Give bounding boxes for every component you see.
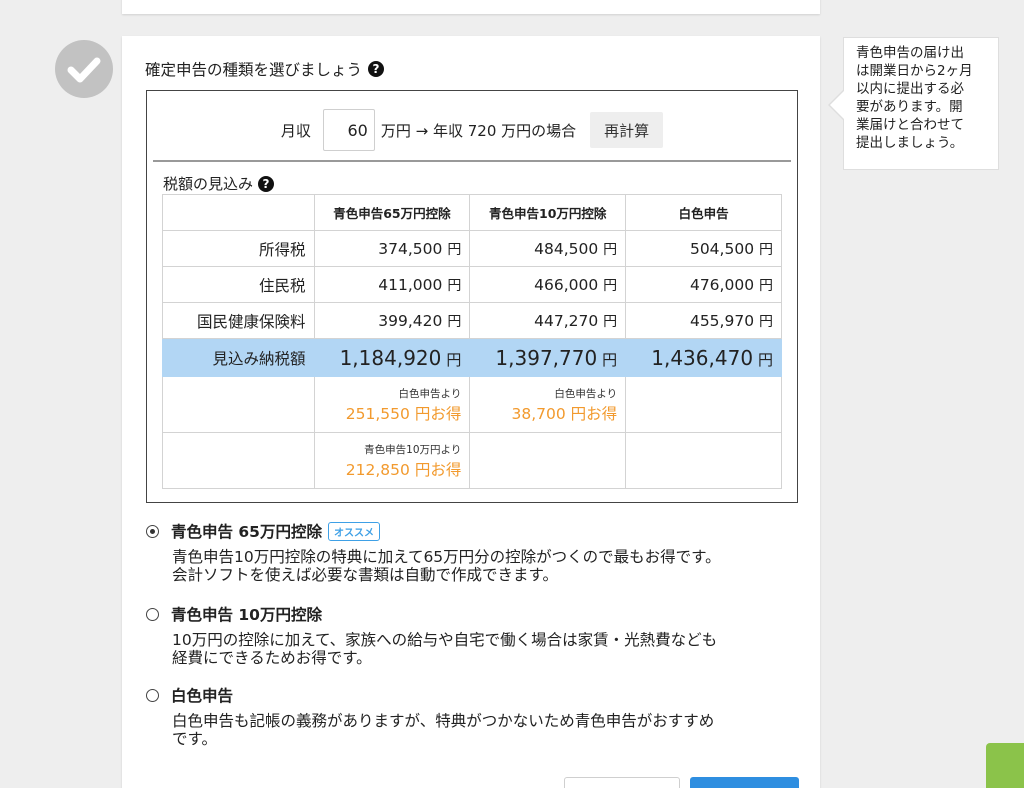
table-row-savings: 白色申告より 251,550 円お得 白色申告より 38,700 円お得 xyxy=(162,376,782,433)
table-header-row: 青色申告65万円控除 青色申告10万円控除 白色申告 xyxy=(162,194,782,231)
radio-button[interactable] xyxy=(146,524,159,538)
table-cell: 484,500 円 xyxy=(469,230,627,267)
help-icon[interactable]: ? xyxy=(368,61,385,77)
table-cell: 399,420 円 xyxy=(313,302,471,339)
column-header: 白色申告 xyxy=(625,194,782,231)
table-row-savings: 青色申告10万円より 212,850 円お得 xyxy=(162,432,782,489)
table-row-resident-tax: 住民税 411,000 円 466,000 円 476,000 円 xyxy=(162,266,782,303)
option-description: 10万円の控除に加えて、家族への給与や自宅で働く場合は家賃・光熱費なども 経費に… xyxy=(172,631,718,667)
section-title: 確定申告の種類を選びましょう ? xyxy=(145,58,385,80)
savings-cell: 白色申告より 251,550 円お得 xyxy=(313,376,471,433)
table-cell xyxy=(469,432,627,489)
recommended-badge: オススメ xyxy=(327,521,380,541)
monthly-income-label: 月収 xyxy=(280,121,311,140)
column-header: 青色申告65万円控除 xyxy=(313,194,471,231)
tax-calculator-box: 月収 万円 → 年収 720 万円の場合 再計算 税額の見込み ? 青色申告65… xyxy=(146,90,798,503)
income-row: 月収 万円 → 年収 720 万円の場合 再計算 xyxy=(147,109,797,151)
step-complete-check-icon xyxy=(55,40,113,98)
table-cell: 466,000 円 xyxy=(469,266,627,303)
option-description: 青色申告10万円控除の特典に加えて65万円分の控除がつくので最もお得です。 会計… xyxy=(172,548,721,584)
table-cell xyxy=(625,376,782,433)
option-title: 青色申告 65万円控除 xyxy=(171,523,322,541)
tax-estimate-heading: 税額の見込み ? xyxy=(163,173,275,194)
table-cell xyxy=(625,432,782,489)
help-chat-tab[interactable] xyxy=(986,743,1024,788)
table-cell: 504,500 円 xyxy=(625,230,782,267)
option-description: 白色申告も記帳の義務がありますが、特典がつかないため青色申告がおすすめ です。 xyxy=(172,712,715,748)
table-cell xyxy=(162,376,315,433)
divider xyxy=(153,160,791,162)
table-row-total: 見込み納税額 1,184,920 円 1,397,770 円 1,436,470… xyxy=(162,338,782,377)
radio-button[interactable] xyxy=(146,688,159,702)
savings-cell: 白色申告より 38,700 円お得 xyxy=(469,376,627,433)
help-icon[interactable]: ? xyxy=(258,175,275,192)
table-cell: 374,500 円 xyxy=(313,230,471,267)
tooltip-arrow xyxy=(830,91,844,119)
recalculate-button[interactable]: 再計算 xyxy=(590,112,664,148)
option-white[interactable]: 白色申告 白色申告も記帳の義務がありますが、特典がつかないため青色申告がおすすめ… xyxy=(146,684,802,748)
table-cell: 1,436,470 円 xyxy=(625,338,782,377)
option-blue-65[interactable]: 青色申告 65万円控除 オススメ 青色申告10万円控除の特典に加えて65万円分の… xyxy=(146,520,802,584)
table-cell: 1,397,770 円 xyxy=(469,338,627,377)
option-blue-10[interactable]: 青色申告 10万円控除 10万円の控除に加えて、家族への給与や自宅で働く場合は家… xyxy=(146,603,802,667)
row-label: 見込み納税額 xyxy=(162,338,315,377)
table-cell: 476,000 円 xyxy=(625,266,782,303)
annual-income-text: 万円 → 年収 720 万円の場合 xyxy=(380,121,577,140)
table-row-health-insurance: 国民健康保険料 399,420 円 447,270 円 455,970 円 xyxy=(162,302,782,339)
previous-step-card xyxy=(122,0,820,14)
table-cell: 455,970 円 xyxy=(625,302,782,339)
table-row-income-tax: 所得税 374,500 円 484,500 円 504,500 円 xyxy=(162,230,782,267)
tooltip-note: 青色申告の届け出 は開業日から2ヶ月 以内に提出する必 要があります。開 業届け… xyxy=(843,37,999,170)
table-cell: 1,184,920 円 xyxy=(313,338,471,377)
table-cell: 447,270 円 xyxy=(469,302,627,339)
next-button[interactable] xyxy=(690,777,799,788)
back-button[interactable] xyxy=(564,777,680,788)
row-label: 所得税 xyxy=(162,230,315,267)
tax-estimate-table: 青色申告65万円控除 青色申告10万円控除 白色申告 所得税 374,500 円… xyxy=(162,194,782,489)
row-label: 国民健康保険料 xyxy=(162,302,315,339)
option-title: 白色申告 xyxy=(171,687,234,705)
row-label: 住民税 xyxy=(162,266,315,303)
savings-cell: 青色申告10万円より 212,850 円お得 xyxy=(313,432,471,489)
table-cell xyxy=(162,432,315,489)
column-header: 青色申告10万円控除 xyxy=(469,194,627,231)
table-header-empty xyxy=(162,194,315,231)
radio-button[interactable] xyxy=(146,607,159,621)
monthly-income-input[interactable] xyxy=(322,109,375,151)
table-cell: 411,000 円 xyxy=(313,266,471,303)
option-title: 青色申告 10万円控除 xyxy=(171,606,322,624)
